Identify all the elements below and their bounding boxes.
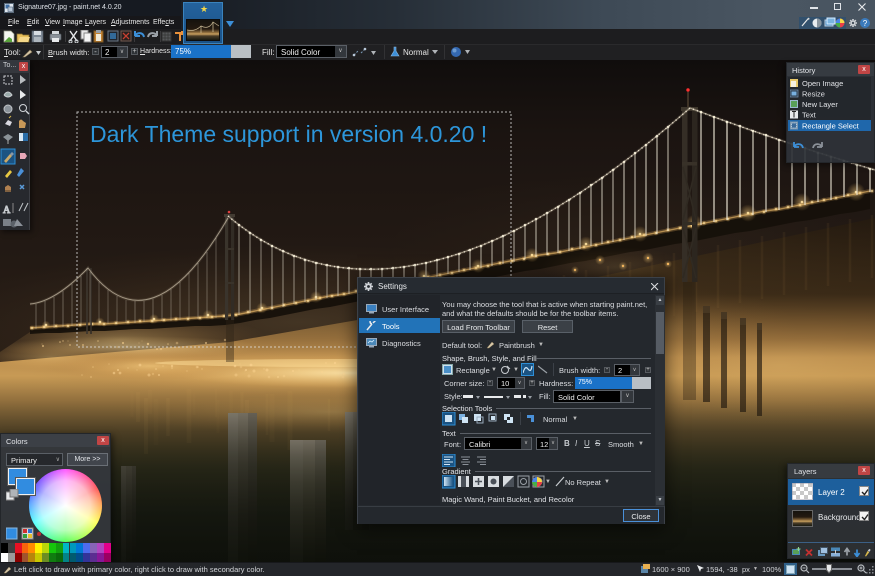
svg-text:A: A	[3, 205, 11, 216]
svg-text:Rectangle Select: Rectangle Select	[802, 122, 860, 131]
svg-text:Dark Theme support in version: Dark Theme support in version 4.0.20 !	[90, 121, 487, 147]
svg-text:?: ?	[863, 19, 868, 28]
svg-text:Open Image: Open Image	[802, 79, 843, 88]
svg-text:Resize: Resize	[802, 90, 825, 99]
svg-text:New Layer: New Layer	[802, 100, 838, 109]
svg-text:Text: Text	[802, 111, 817, 120]
